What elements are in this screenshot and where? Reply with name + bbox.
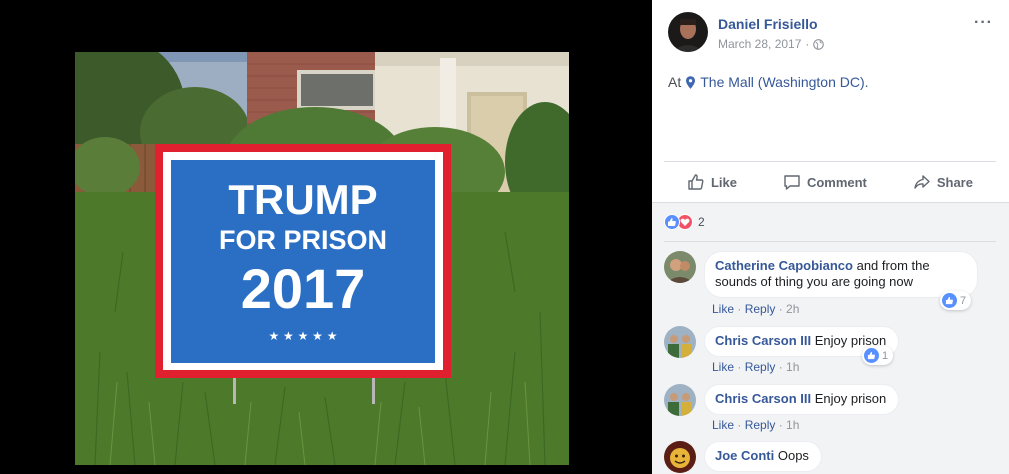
- share-arrow-icon: [914, 175, 930, 189]
- more-options-icon[interactable]: ···: [974, 14, 993, 32]
- like-button[interactable]: Like: [687, 173, 737, 191]
- meta-separator: ·: [805, 37, 810, 51]
- post-date[interactable]: March 28, 2017: [718, 37, 801, 51]
- comment-icon: [784, 175, 800, 190]
- like-reaction-icon: [942, 293, 957, 308]
- comment-button[interactable]: Comment: [783, 173, 867, 191]
- comment-time[interactable]: 1h: [786, 360, 799, 374]
- reaction-summary[interactable]: 2: [664, 214, 705, 230]
- post-photo[interactable]: TRUMP FOR PRISON 2017 ★ ★ ★ ★ ★: [75, 52, 569, 465]
- comment-bubble: Chris Carson III Enjoy prison: [704, 384, 900, 415]
- comment-actions: Like · Reply · 1h: [712, 418, 800, 432]
- comment-reaction-badge[interactable]: 1: [862, 346, 894, 365]
- commenter-name[interactable]: Chris Carson III: [715, 391, 811, 406]
- divider: [664, 241, 996, 242]
- commenter-avatar[interactable]: [664, 251, 696, 283]
- comment-bubble: Catherine Capobianco and from the sounds…: [704, 251, 978, 298]
- comment-reaction-count: 1: [882, 349, 889, 362]
- comment-reply-link[interactable]: Reply: [745, 418, 776, 432]
- author-name[interactable]: Daniel Frisiello: [718, 16, 818, 32]
- comment-time[interactable]: 2h: [786, 302, 799, 316]
- share-button[interactable]: Share: [913, 173, 973, 191]
- location-pin-icon: [686, 75, 696, 89]
- post-action-bar: Like Comment Share: [664, 162, 996, 202]
- sign-line-2: FOR PRISON: [219, 225, 387, 255]
- photo-viewer: TRUMP FOR PRISON 2017 ★ ★ ★ ★ ★: [0, 0, 652, 474]
- commenter-name[interactable]: Catherine Capobianco: [715, 258, 853, 273]
- comment-reply-link[interactable]: Reply: [745, 360, 776, 374]
- post-meta: March 28, 2017 ·: [718, 37, 825, 51]
- post-panel: Daniel Frisiello March 28, 2017 · ··· At…: [652, 0, 1009, 474]
- like-reaction-icon: [864, 348, 879, 363]
- comment-text: Oops: [777, 448, 809, 463]
- comment-like-link[interactable]: Like: [712, 360, 734, 374]
- comment-reaction-badge[interactable]: 7: [940, 291, 972, 310]
- comment-like-link[interactable]: Like: [712, 418, 734, 432]
- thumbs-up-icon: [688, 174, 704, 190]
- comment-like-link[interactable]: Like: [712, 302, 734, 316]
- comment-time[interactable]: 1h: [786, 418, 799, 432]
- comment-actions: Like · Reply · 1h: [712, 360, 800, 374]
- comment-reaction-count: 7: [960, 294, 967, 307]
- location-prefix: At: [668, 74, 682, 90]
- sign-stars: ★ ★ ★ ★ ★: [268, 329, 337, 343]
- sign-line-1: TRUMP: [228, 176, 377, 223]
- comment-reply-link[interactable]: Reply: [745, 302, 776, 316]
- photo-scene: TRUMP FOR PRISON 2017 ★ ★ ★ ★ ★: [75, 52, 569, 465]
- sign-line-3: 2017: [241, 257, 366, 320]
- location-link[interactable]: The Mall (Washington DC).: [700, 74, 868, 90]
- comment-actions: Like · Reply · 2h: [712, 302, 800, 316]
- like-button-label: Like: [710, 174, 737, 190]
- comment-button-label: Comment: [806, 174, 867, 190]
- comment-text: Enjoy prison: [814, 391, 887, 406]
- commenter-avatar[interactable]: [664, 326, 696, 358]
- author-avatar[interactable]: [668, 12, 708, 52]
- share-button-label: Share: [936, 174, 973, 190]
- comments-section: 2 Catherine Capobianco and from the soun…: [652, 202, 1009, 474]
- globe-icon[interactable]: [813, 38, 825, 50]
- commenter-name[interactable]: Joe Conti: [715, 448, 774, 463]
- comment-bubble: Joe Conti Oops: [704, 441, 822, 472]
- like-reaction-icon: [664, 214, 680, 230]
- reaction-count: 2: [698, 215, 705, 229]
- post-location: At The Mall (Washington DC).: [668, 74, 869, 90]
- commenter-avatar[interactable]: [664, 384, 696, 416]
- commenter-name[interactable]: Chris Carson III: [715, 333, 811, 348]
- commenter-avatar[interactable]: [664, 441, 696, 473]
